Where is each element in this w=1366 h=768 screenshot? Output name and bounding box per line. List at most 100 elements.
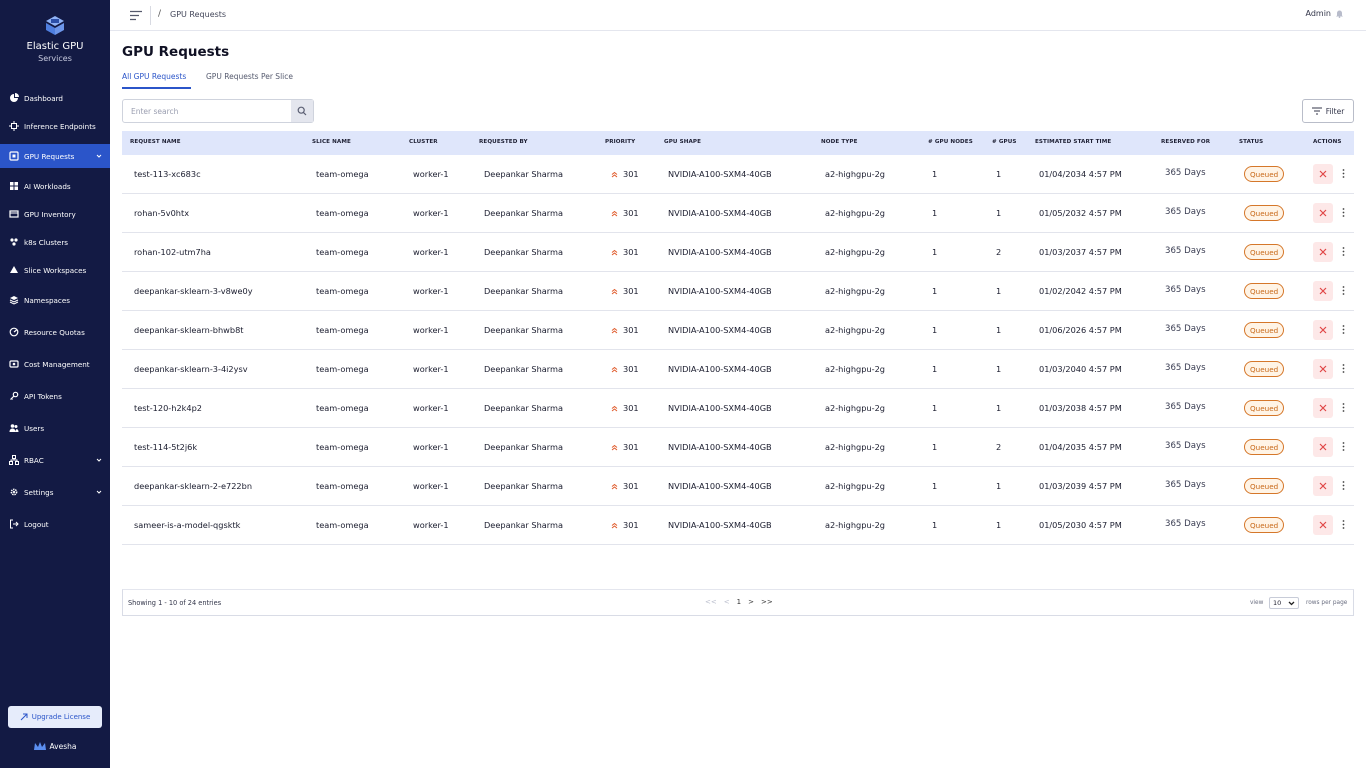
request-name-cell: test-114-5t2j6k bbox=[134, 442, 198, 452]
cancel-request-button[interactable] bbox=[1313, 320, 1333, 340]
more-actions-button[interactable] bbox=[1340, 166, 1346, 180]
more-actions-button[interactable] bbox=[1340, 517, 1346, 531]
more-actions-button[interactable] bbox=[1340, 400, 1346, 414]
table-row[interactable]: deepankar-sklearn-bhwb8t team-omega worker… bbox=[122, 311, 1354, 350]
table-row[interactable]: rohan-102-utm7ha team-omega worker-1 Deepan… bbox=[122, 233, 1354, 272]
start-time-cell: 01/03/2037 4:57 PM bbox=[1039, 247, 1122, 257]
active-tab-indicator bbox=[122, 87, 191, 89]
last-page-button[interactable]: >> bbox=[761, 598, 773, 606]
sidebar-item-k8s-clusters[interactable]: k8s Clusters bbox=[0, 230, 110, 254]
table-row[interactable]: test-114-5t2j6k team-omega worker-1 Deepank… bbox=[122, 428, 1354, 467]
sidebar-item-gpu-requests[interactable]: GPU Requests bbox=[0, 144, 110, 168]
more-actions-button[interactable] bbox=[1340, 205, 1346, 219]
search-button[interactable] bbox=[291, 100, 313, 122]
reserved-for-cell: 365 Days bbox=[1165, 168, 1206, 178]
close-icon bbox=[1319, 521, 1327, 529]
priority-high-icon bbox=[611, 444, 618, 450]
user-menu[interactable]: Admin bbox=[1306, 9, 1345, 18]
column-header[interactable]: REQUEST NAME bbox=[130, 139, 181, 145]
column-header[interactable]: GPU SHAPE bbox=[664, 139, 701, 145]
more-actions-button[interactable] bbox=[1340, 244, 1346, 258]
sidebar-item-gpu-inventory[interactable]: GPU Inventory bbox=[0, 202, 110, 226]
table-row[interactable]: test-120-h2k4p2 team-omega worker-1 Deepank… bbox=[122, 389, 1354, 428]
sidebar-item-settings[interactable]: Settings bbox=[0, 480, 110, 504]
reserved-for-cell: 365 Days bbox=[1165, 363, 1206, 373]
gpu-nodes-cell: 1 bbox=[932, 364, 938, 374]
column-header: ACTIONS bbox=[1313, 139, 1342, 145]
table-row[interactable]: sameer-is-a-model-qgsktk team-omega worker… bbox=[122, 506, 1354, 545]
column-header[interactable]: REQUESTED BY bbox=[479, 139, 528, 145]
column-header[interactable]: CLUSTER bbox=[409, 139, 438, 145]
request-name-cell: test-120-h2k4p2 bbox=[134, 403, 203, 413]
column-header[interactable]: STATUS bbox=[1239, 139, 1263, 145]
more-actions-button[interactable] bbox=[1340, 361, 1346, 375]
gpu-nodes-cell: 1 bbox=[932, 520, 938, 530]
slice-name-cell: team-omega bbox=[316, 169, 369, 179]
sidebar-item-ai-workloads[interactable]: AI Workloads bbox=[0, 174, 110, 198]
topbar: / GPU Requests Admin bbox=[110, 0, 1366, 31]
namespaces-icon bbox=[9, 295, 19, 305]
rows-per-page-select[interactable]: 10 bbox=[1269, 597, 1299, 609]
page-number[interactable]: 1 bbox=[737, 598, 741, 606]
cancel-request-button[interactable] bbox=[1313, 242, 1333, 262]
bell-icon[interactable] bbox=[1335, 9, 1344, 18]
requested-by-cell: Deepankar Sharma bbox=[484, 325, 563, 335]
column-header[interactable]: SLICE NAME bbox=[312, 139, 351, 145]
sidebar-item-dashboard[interactable]: Dashboard bbox=[0, 86, 110, 110]
column-header[interactable]: ESTIMATED START TIME bbox=[1035, 139, 1111, 145]
cancel-request-button[interactable] bbox=[1313, 164, 1333, 184]
more-actions-button[interactable] bbox=[1340, 439, 1346, 453]
table-row[interactable]: deepankar-sklearn-3-v8we0y team-omega work… bbox=[122, 272, 1354, 311]
table-row[interactable]: test-113-xc683c team-omega worker-1 Deepank… bbox=[122, 155, 1354, 194]
priority-value: 301 bbox=[623, 286, 639, 296]
column-header[interactable]: # GPU NODES bbox=[928, 139, 973, 145]
cancel-request-button[interactable] bbox=[1313, 359, 1333, 379]
more-actions-button[interactable] bbox=[1340, 322, 1346, 336]
sidebar-item-slice-workspaces[interactable]: Slice Workspaces bbox=[0, 258, 110, 282]
column-header[interactable]: # GPUS bbox=[992, 139, 1017, 145]
priority-high-icon bbox=[611, 366, 618, 372]
sidebar-item-cost-management[interactable]: Cost Management bbox=[0, 352, 110, 376]
cancel-request-button[interactable] bbox=[1313, 476, 1333, 496]
cancel-request-button[interactable] bbox=[1313, 203, 1333, 223]
status-badge: Queued bbox=[1244, 439, 1285, 455]
cancel-request-button[interactable] bbox=[1313, 398, 1333, 418]
cancel-request-button[interactable] bbox=[1313, 437, 1333, 457]
sidebar-item-users[interactable]: Users bbox=[0, 416, 110, 440]
column-header[interactable]: RESERVED FOR bbox=[1161, 139, 1210, 145]
table-row[interactable]: deepankar-sklearn-2-e722bn team-omega work… bbox=[122, 467, 1354, 506]
table-row[interactable]: rohan-5v0htx team-omega worker-1 Deepankar … bbox=[122, 194, 1354, 233]
column-header[interactable]: NODE TYPE bbox=[821, 139, 858, 145]
sidebar-item-namespaces[interactable]: Namespaces bbox=[0, 288, 110, 312]
sidebar-item-logout[interactable]: Logout bbox=[0, 512, 110, 536]
close-icon bbox=[1319, 365, 1327, 373]
reserved-for-cell: 365 Days bbox=[1165, 246, 1206, 256]
tab-all-gpu-requests[interactable]: All GPU Requests bbox=[122, 72, 186, 81]
tab-gpu-requests-per-slice[interactable]: GPU Requests Per Slice bbox=[206, 72, 293, 81]
more-actions-button[interactable] bbox=[1340, 478, 1346, 492]
cancel-request-button[interactable] bbox=[1313, 281, 1333, 301]
gpu-shape-cell: NVIDIA-A100-SXM4-40GB bbox=[668, 364, 772, 374]
rows-per-page-label: rows per page bbox=[1306, 600, 1348, 606]
rows-per-page-value: 10 bbox=[1273, 599, 1282, 607]
table-row[interactable]: deepankar-sklearn-3-4i2ysv team-omega work… bbox=[122, 350, 1354, 389]
node-type-cell: a2-highgpu-2g bbox=[825, 208, 885, 218]
filter-button[interactable]: Filter bbox=[1302, 99, 1354, 123]
menu-icon[interactable] bbox=[130, 10, 142, 21]
next-page-button[interactable]: > bbox=[748, 598, 754, 606]
more-actions-button[interactable] bbox=[1340, 283, 1346, 297]
upgrade-license-button[interactable]: Upgrade License bbox=[8, 706, 102, 728]
sidebar-item-inference-endpoints[interactable]: Inference Endpoints bbox=[0, 114, 110, 138]
prev-page-button[interactable]: < bbox=[724, 598, 730, 606]
slice-name-cell: team-omega bbox=[316, 208, 369, 218]
cancel-request-button[interactable] bbox=[1313, 515, 1333, 535]
sidebar-item-resource-quotas[interactable]: Resource Quotas bbox=[0, 320, 110, 344]
column-header[interactable]: PRIORITY bbox=[605, 139, 635, 145]
cost-icon bbox=[9, 359, 19, 369]
breadcrumb[interactable]: GPU Requests bbox=[170, 10, 226, 19]
gpu-shape-cell: NVIDIA-A100-SXM4-40GB bbox=[668, 442, 772, 452]
sidebar-item-api-tokens[interactable]: API Tokens bbox=[0, 384, 110, 408]
sidebar-item-rbac[interactable]: RBAC bbox=[0, 448, 110, 472]
first-page-button[interactable]: << bbox=[705, 598, 717, 606]
search-input[interactable] bbox=[131, 105, 291, 118]
